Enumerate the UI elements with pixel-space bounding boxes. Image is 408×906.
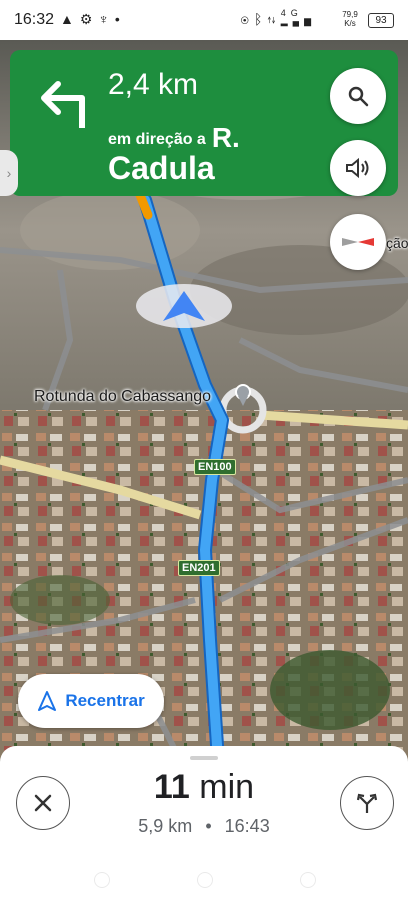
gesture-nav-dot-left bbox=[94, 872, 110, 888]
trip-summary-sheet[interactable]: 11 min 5,9 km • 16:43 bbox=[0, 746, 408, 906]
search-button[interactable] bbox=[330, 68, 386, 124]
road-shield-en201: EN201 bbox=[178, 560, 220, 576]
status-right-icons: ◉ᛒ⇅ 4G ▂▄▆ bbox=[240, 8, 316, 27]
place-label: Rotunda do Cabassango bbox=[34, 388, 212, 405]
location-icon: ◉ bbox=[240, 11, 254, 27]
compass-icon bbox=[342, 238, 374, 246]
gesture-nav-dot-right bbox=[300, 872, 316, 888]
search-icon bbox=[348, 86, 369, 107]
navigation-chevron-icon bbox=[163, 291, 205, 321]
navigation-arrow-icon bbox=[38, 691, 57, 711]
status-left-icons: ▲⚙♆• bbox=[60, 11, 126, 28]
dot-icon: • bbox=[114, 11, 126, 27]
navigation-arrow-icon: ▲ bbox=[60, 11, 80, 27]
road-shield-en100: EN100 bbox=[194, 459, 236, 475]
signal-icon: 4G ▂▄▆ bbox=[280, 8, 316, 26]
network-speed: 79,9 K/s bbox=[338, 10, 362, 28]
volume-icon bbox=[346, 157, 369, 179]
trophy-icon: ♆ bbox=[98, 11, 115, 27]
speed-unit: K/s bbox=[344, 19, 356, 28]
current-location-marker bbox=[136, 284, 232, 328]
toward-label: em direção a bbox=[108, 131, 206, 148]
street-name: Cadula bbox=[108, 150, 215, 186]
data-arrows-icon: ⇅ bbox=[267, 11, 281, 27]
side-panel-tab[interactable]: › bbox=[0, 150, 18, 196]
sound-button[interactable] bbox=[330, 140, 386, 196]
compass-button[interactable] bbox=[330, 214, 386, 270]
recenter-button[interactable]: Recentrar bbox=[18, 674, 164, 728]
eta-unit: min bbox=[199, 768, 255, 806]
route-fork-icon bbox=[356, 793, 378, 813]
alternate-routes-button[interactable] bbox=[340, 776, 394, 830]
eta-value: 11 bbox=[153, 768, 190, 806]
turn-left-icon bbox=[41, 81, 85, 128]
battery-icon: 93 bbox=[368, 13, 394, 28]
street-prefix: R. bbox=[211, 122, 240, 153]
chevron-right-icon: › bbox=[6, 165, 12, 181]
speed-value: 79,9 bbox=[342, 10, 358, 19]
settings-icon: ⚙ bbox=[79, 11, 99, 27]
status-time: 16:32 bbox=[14, 11, 55, 28]
map-edge-label: ção bbox=[386, 235, 408, 251]
recenter-label: Recentrar bbox=[65, 691, 145, 710]
arrival-time: 16:43 bbox=[224, 816, 270, 836]
network-type: 4G bbox=[280, 8, 303, 18]
separator-dot: • bbox=[205, 816, 212, 836]
gesture-nav-dot-center bbox=[197, 872, 213, 888]
status-bar: 16:32 ▲⚙♆• ◉ᛒ⇅ 4G ▂▄▆ 79,9 K/s 93 bbox=[0, 0, 408, 40]
trip-distance: 5,9 km bbox=[138, 816, 193, 836]
sheet-handle[interactable] bbox=[190, 756, 218, 760]
bluetooth-icon: ᛒ bbox=[253, 11, 268, 27]
maneuver-distance: 2,4 km bbox=[108, 68, 199, 101]
